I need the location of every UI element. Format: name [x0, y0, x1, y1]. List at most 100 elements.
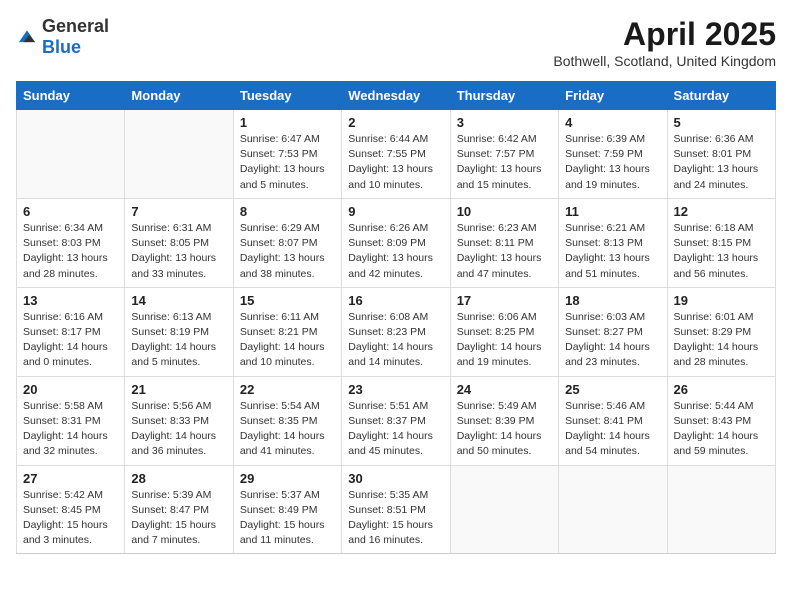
day-info: Sunrise: 6:08 AM Sunset: 8:23 PM Dayligh…: [348, 310, 443, 371]
weekday-header-monday: Monday: [125, 82, 233, 110]
calendar-cell: 7 Sunrise: 6:31 AM Sunset: 8:05 PM Daylig…: [125, 198, 233, 287]
calendar-week-row: 13 Sunrise: 6:16 AM Sunset: 8:17 PM Dayli…: [17, 287, 776, 376]
logo-blue: Blue: [42, 37, 81, 57]
day-number: 16: [348, 293, 443, 308]
title-block: April 2025 Bothwell, Scotland, United Ki…: [553, 16, 776, 69]
weekday-header-tuesday: Tuesday: [233, 82, 341, 110]
calendar-cell: 12 Sunrise: 6:18 AM Sunset: 8:15 PM Dayli…: [667, 198, 775, 287]
day-info: Sunrise: 6:36 AM Sunset: 8:01 PM Dayligh…: [674, 132, 769, 193]
month-title: April 2025: [553, 16, 776, 53]
calendar-cell: 14 Sunrise: 6:13 AM Sunset: 8:19 PM Dayli…: [125, 287, 233, 376]
location: Bothwell, Scotland, United Kingdom: [553, 53, 776, 69]
day-info: Sunrise: 5:56 AM Sunset: 8:33 PM Dayligh…: [131, 399, 226, 460]
calendar-cell: [450, 465, 558, 554]
calendar-cell: 17 Sunrise: 6:06 AM Sunset: 8:25 PM Dayli…: [450, 287, 558, 376]
logo-icon: [16, 26, 38, 48]
calendar-week-row: 20 Sunrise: 5:58 AM Sunset: 8:31 PM Dayli…: [17, 376, 776, 465]
calendar-cell: [559, 465, 667, 554]
day-number: 9: [348, 204, 443, 219]
day-number: 18: [565, 293, 660, 308]
day-info: Sunrise: 6:39 AM Sunset: 7:59 PM Dayligh…: [565, 132, 660, 193]
calendar-cell: 27 Sunrise: 5:42 AM Sunset: 8:45 PM Dayli…: [17, 465, 125, 554]
weekday-header-saturday: Saturday: [667, 82, 775, 110]
day-info: Sunrise: 6:01 AM Sunset: 8:29 PM Dayligh…: [674, 310, 769, 371]
day-info: Sunrise: 6:11 AM Sunset: 8:21 PM Dayligh…: [240, 310, 335, 371]
day-info: Sunrise: 6:13 AM Sunset: 8:19 PM Dayligh…: [131, 310, 226, 371]
calendar-cell: 9 Sunrise: 6:26 AM Sunset: 8:09 PM Daylig…: [342, 198, 450, 287]
calendar-cell: 21 Sunrise: 5:56 AM Sunset: 8:33 PM Dayli…: [125, 376, 233, 465]
weekday-header-wednesday: Wednesday: [342, 82, 450, 110]
day-number: 6: [23, 204, 118, 219]
day-info: Sunrise: 5:46 AM Sunset: 8:41 PM Dayligh…: [565, 399, 660, 460]
day-info: Sunrise: 6:44 AM Sunset: 7:55 PM Dayligh…: [348, 132, 443, 193]
day-number: 1: [240, 115, 335, 130]
day-number: 17: [457, 293, 552, 308]
calendar-cell: 4Sunrise: 6:39 AM Sunset: 7:59 PM Daylig…: [559, 110, 667, 199]
calendar-cell: 30Sunrise: 5:35 AM Sunset: 8:51 PM Dayli…: [342, 465, 450, 554]
calendar-cell: 29Sunrise: 5:37 AM Sunset: 8:49 PM Dayli…: [233, 465, 341, 554]
day-info: Sunrise: 6:21 AM Sunset: 8:13 PM Dayligh…: [565, 221, 660, 282]
day-number: 22: [240, 382, 335, 397]
day-number: 11: [565, 204, 660, 219]
day-info: Sunrise: 6:03 AM Sunset: 8:27 PM Dayligh…: [565, 310, 660, 371]
page-header: General Blue April 2025 Bothwell, Scotla…: [16, 16, 776, 69]
day-info: Sunrise: 5:51 AM Sunset: 8:37 PM Dayligh…: [348, 399, 443, 460]
day-info: Sunrise: 5:39 AM Sunset: 8:47 PM Dayligh…: [131, 488, 226, 549]
calendar-cell: 22 Sunrise: 5:54 AM Sunset: 8:35 PM Dayli…: [233, 376, 341, 465]
day-number: 8: [240, 204, 335, 219]
day-number: 27: [23, 471, 118, 486]
day-info: Sunrise: 5:42 AM Sunset: 8:45 PM Dayligh…: [23, 488, 118, 549]
day-number: 20: [23, 382, 118, 397]
calendar-cell: 15 Sunrise: 6:11 AM Sunset: 8:21 PM Dayli…: [233, 287, 341, 376]
day-number: 7: [131, 204, 226, 219]
calendar-cell: 1 Sunrise: 6:47 AM Sunset: 7:53 PM Daylig…: [233, 110, 341, 199]
calendar-cell: 24 Sunrise: 5:49 AM Sunset: 8:39 PM Dayli…: [450, 376, 558, 465]
calendar-cell: [17, 110, 125, 199]
day-info: Sunrise: 6:06 AM Sunset: 8:25 PM Dayligh…: [457, 310, 552, 371]
day-number: 12: [674, 204, 769, 219]
day-number: 19: [674, 293, 769, 308]
day-info: Sunrise: 5:35 AM Sunset: 8:51 PM Dayligh…: [348, 488, 443, 549]
calendar-week-row: 1 Sunrise: 6:47 AM Sunset: 7:53 PM Daylig…: [17, 110, 776, 199]
weekday-header-row: SundayMondayTuesdayWednesdayThursdayFrid…: [17, 82, 776, 110]
logo-general: General: [42, 16, 109, 36]
day-number: 23: [348, 382, 443, 397]
day-number: 28: [131, 471, 226, 486]
day-number: 5: [674, 115, 769, 130]
day-number: 21: [131, 382, 226, 397]
day-number: 29: [240, 471, 335, 486]
day-number: 14: [131, 293, 226, 308]
calendar-cell: 23 Sunrise: 5:51 AM Sunset: 8:37 PM Dayli…: [342, 376, 450, 465]
logo: General Blue: [16, 16, 109, 58]
day-number: 26: [674, 382, 769, 397]
day-info: Sunrise: 6:18 AM Sunset: 8:15 PM Dayligh…: [674, 221, 769, 282]
day-info: Sunrise: 6:16 AM Sunset: 8:17 PM Dayligh…: [23, 310, 118, 371]
day-info: Sunrise: 6:26 AM Sunset: 8:09 PM Dayligh…: [348, 221, 443, 282]
day-info: Sunrise: 6:47 AM Sunset: 7:53 PM Dayligh…: [240, 132, 335, 193]
day-number: 2: [348, 115, 443, 130]
day-info: Sunrise: 6:31 AM Sunset: 8:05 PM Dayligh…: [131, 221, 226, 282]
calendar-cell: 25Sunrise: 5:46 AM Sunset: 8:41 PM Dayli…: [559, 376, 667, 465]
calendar-cell: 10Sunrise: 6:23 AM Sunset: 8:11 PM Dayli…: [450, 198, 558, 287]
calendar-cell: [667, 465, 775, 554]
weekday-header-thursday: Thursday: [450, 82, 558, 110]
day-number: 24: [457, 382, 552, 397]
calendar-cell: 13 Sunrise: 6:16 AM Sunset: 8:17 PM Dayli…: [17, 287, 125, 376]
calendar-cell: 2 Sunrise: 6:44 AM Sunset: 7:55 PM Daylig…: [342, 110, 450, 199]
calendar-cell: 3Sunrise: 6:42 AM Sunset: 7:57 PM Daylig…: [450, 110, 558, 199]
weekday-header-sunday: Sunday: [17, 82, 125, 110]
day-info: Sunrise: 6:29 AM Sunset: 8:07 PM Dayligh…: [240, 221, 335, 282]
day-number: 10: [457, 204, 552, 219]
day-number: 15: [240, 293, 335, 308]
calendar-cell: 19 Sunrise: 6:01 AM Sunset: 8:29 PM Dayli…: [667, 287, 775, 376]
calendar-week-row: 27 Sunrise: 5:42 AM Sunset: 8:45 PM Dayli…: [17, 465, 776, 554]
calendar-cell: 16 Sunrise: 6:08 AM Sunset: 8:23 PM Dayli…: [342, 287, 450, 376]
day-number: 13: [23, 293, 118, 308]
calendar-cell: 20 Sunrise: 5:58 AM Sunset: 8:31 PM Dayli…: [17, 376, 125, 465]
calendar-cell: 11 Sunrise: 6:21 AM Sunset: 8:13 PM Dayli…: [559, 198, 667, 287]
day-info: Sunrise: 5:54 AM Sunset: 8:35 PM Dayligh…: [240, 399, 335, 460]
day-info: Sunrise: 5:49 AM Sunset: 8:39 PM Dayligh…: [457, 399, 552, 460]
day-info: Sunrise: 5:58 AM Sunset: 8:31 PM Dayligh…: [23, 399, 118, 460]
calendar-cell: 8 Sunrise: 6:29 AM Sunset: 8:07 PM Daylig…: [233, 198, 341, 287]
calendar-cell: 6Sunrise: 6:34 AM Sunset: 8:03 PM Daylig…: [17, 198, 125, 287]
